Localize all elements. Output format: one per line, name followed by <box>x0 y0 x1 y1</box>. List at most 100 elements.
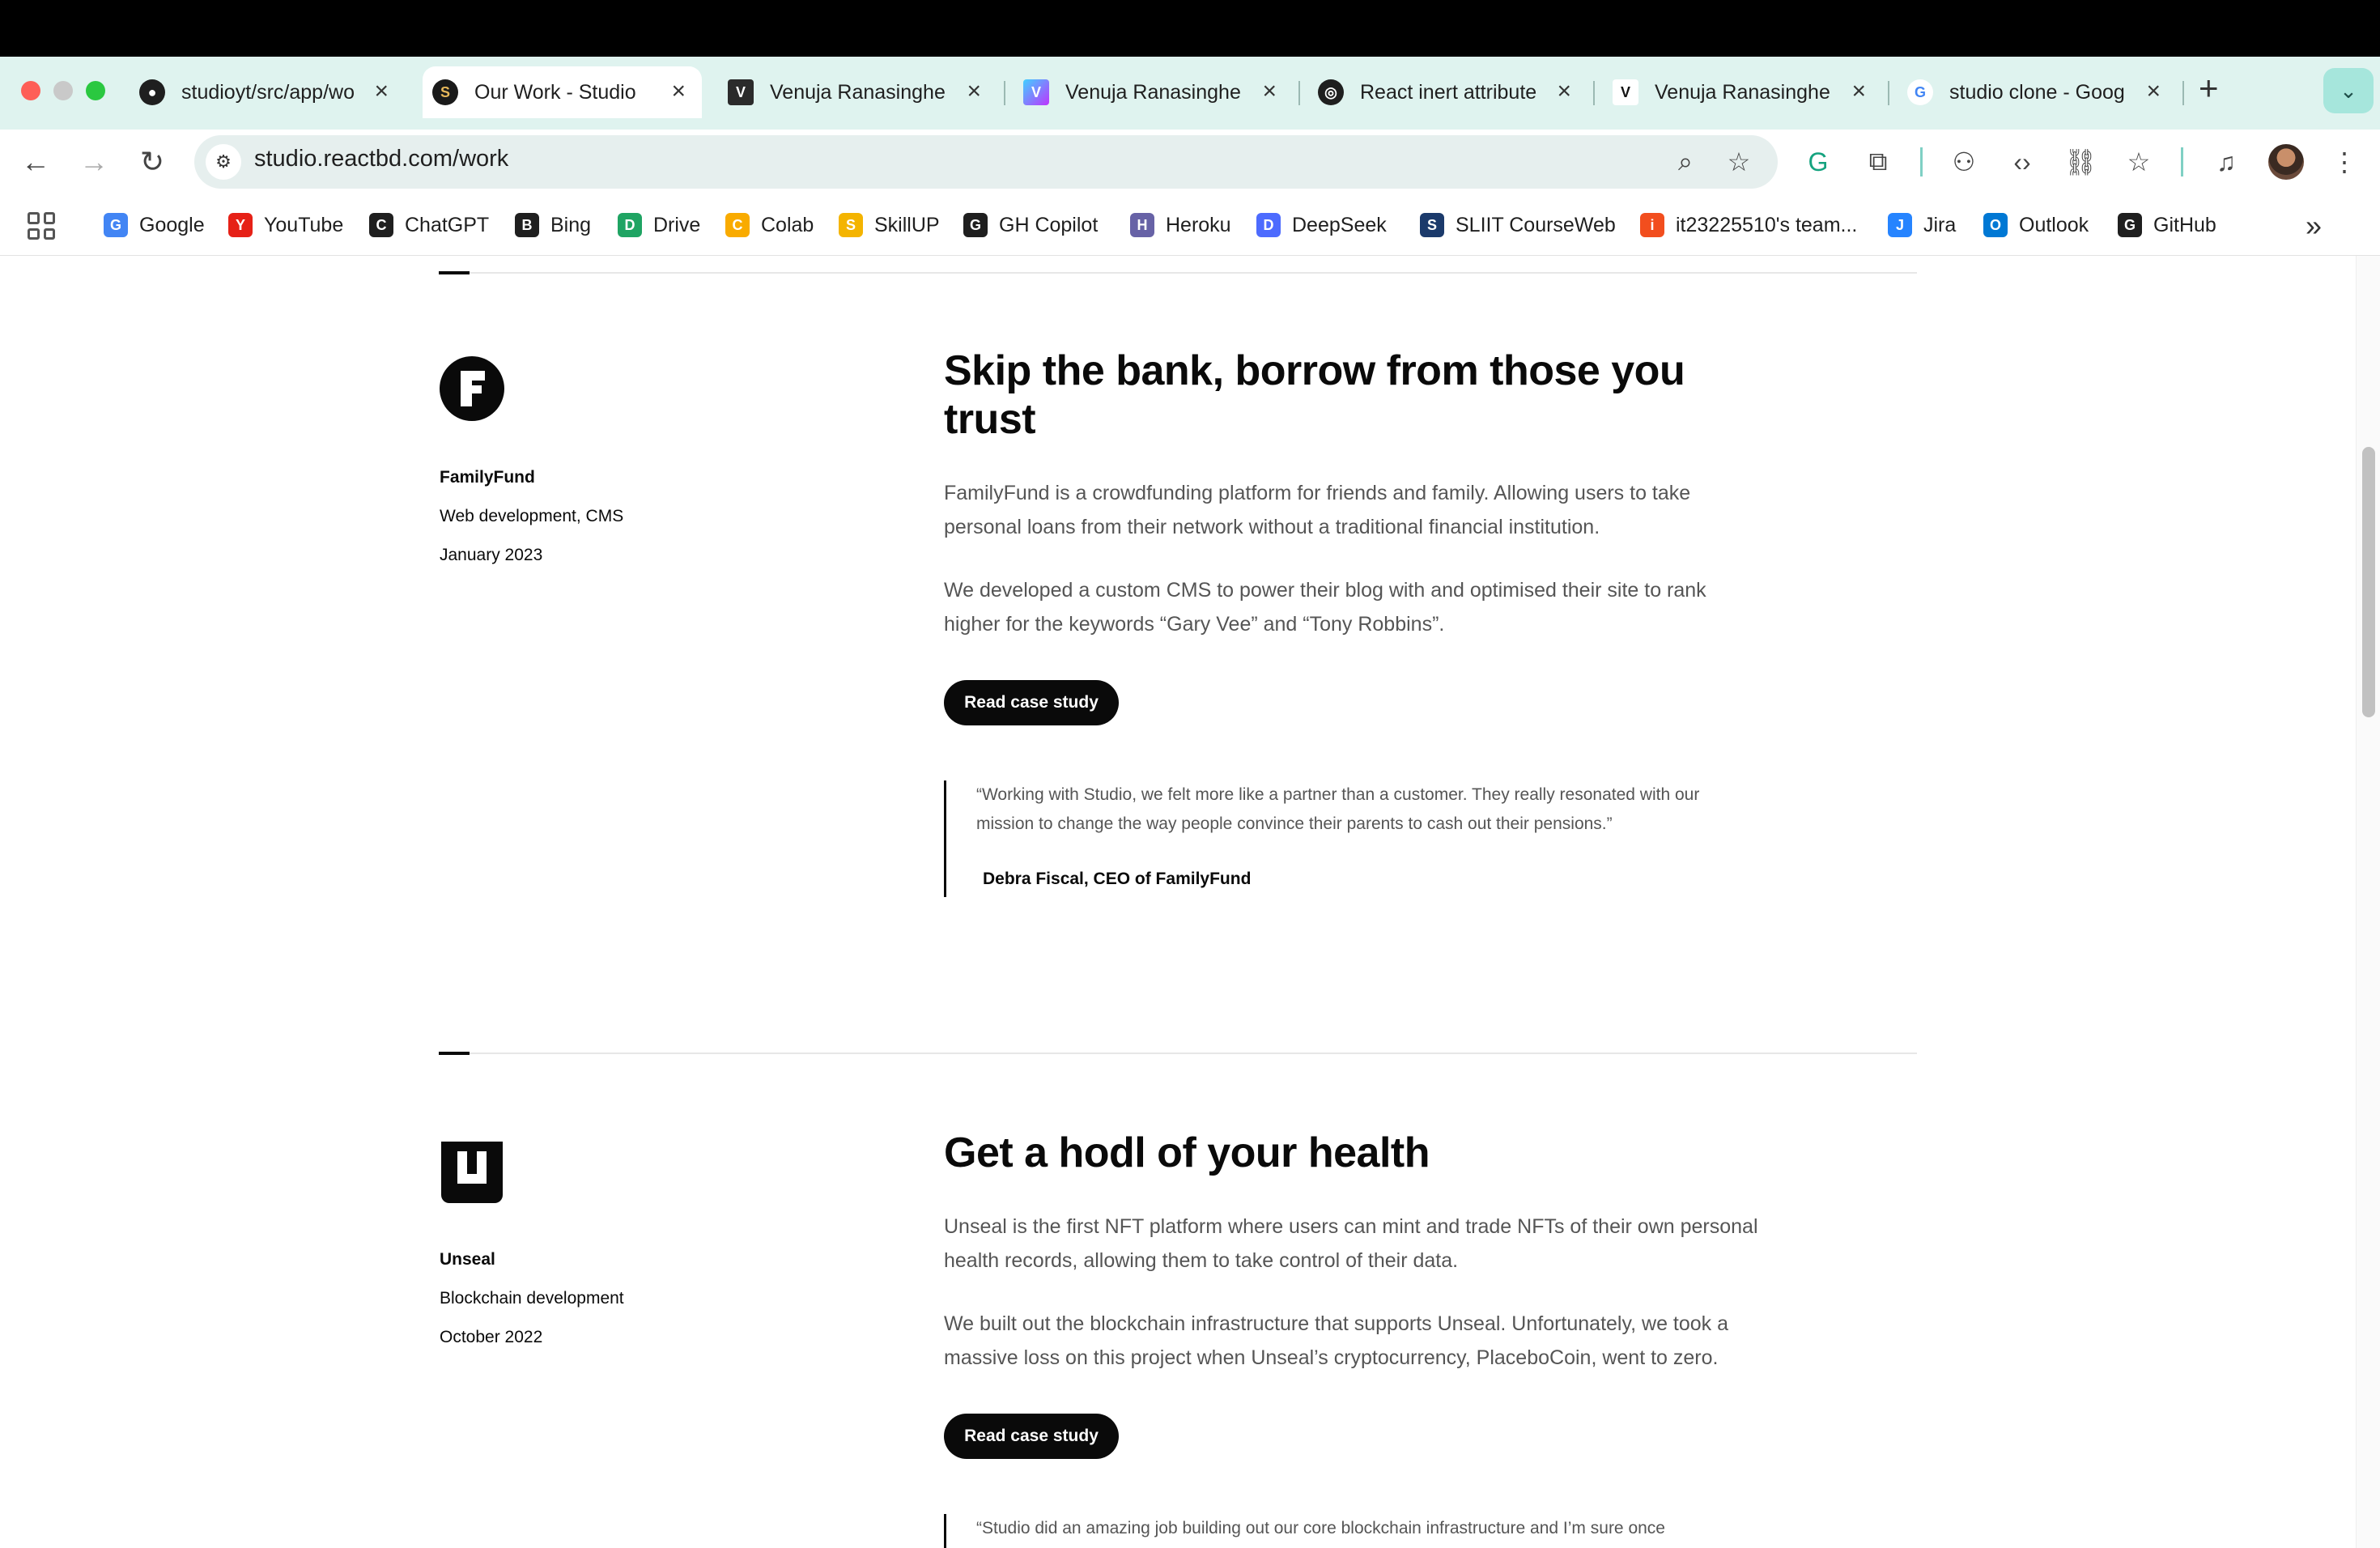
tab-title: React inert attribute <box>1360 80 1537 104</box>
quote-bar <box>944 1514 946 1548</box>
bookmark-item[interactable]: i it23225510's team... <box>1640 209 1857 241</box>
tab-separator <box>1888 81 1889 105</box>
bookmark-item[interactable]: D Drive <box>618 209 700 241</box>
bookmark-item[interactable]: O Outlook <box>1983 209 2089 241</box>
client-date: October 2022 <box>440 1328 543 1346</box>
extensions-icon[interactable]: ⧉ <box>1859 142 1898 181</box>
bookmark-label: Drive <box>653 213 701 236</box>
tab-separator <box>2182 81 2184 105</box>
tab-1[interactable]: S Our Work - Studio × <box>423 66 702 118</box>
close-window-button[interactable] <box>21 81 40 100</box>
forward-icon[interactable]: → <box>74 142 113 181</box>
scrollbar-thumb[interactable] <box>2362 447 2375 717</box>
close-icon[interactable]: × <box>671 78 686 105</box>
tab-3[interactable]: V Venuja Ranasinghe × <box>1014 66 1293 118</box>
close-icon[interactable]: × <box>1851 78 1866 105</box>
new-tab-icon[interactable]: + <box>2199 68 2219 108</box>
profile-avatar[interactable] <box>2268 144 2304 180</box>
favorites-icon[interactable]: ☆ <box>2119 142 2158 181</box>
code-icon[interactable]: ‹› <box>2003 142 2042 181</box>
read-case-study-button[interactable]: Read case study <box>944 1414 1119 1459</box>
zoom-icon[interactable]: ⌕ <box>1666 142 1705 181</box>
tab-4[interactable]: ◎ React inert attribute × <box>1308 66 1587 118</box>
tab-6[interactable]: G studio clone - Goog × <box>1898 66 2177 118</box>
more-bookmarks-icon[interactable]: » <box>2306 209 2322 243</box>
menu-icon[interactable]: ⋮ <box>2325 142 2364 181</box>
project-description: Unseal is the first NFT platform where u… <box>944 1215 1758 1272</box>
tab-5[interactable]: V Venuja Ranasinghe × <box>1603 66 1882 118</box>
bookmark-star-icon[interactable]: ☆ <box>1719 142 1758 181</box>
bookmark-label: GH Copilot <box>999 213 1099 236</box>
apps-grid-icon[interactable] <box>28 212 55 240</box>
bookmark-item[interactable]: C Colab <box>725 209 814 241</box>
reload-icon[interactable]: ↻ <box>133 142 172 181</box>
openai-icon: C <box>369 213 393 237</box>
section-divider <box>439 1052 1917 1055</box>
section-divider <box>439 271 1917 274</box>
close-icon[interactable]: × <box>2146 78 2161 105</box>
tab-2[interactable]: V Venuja Ranasinghe × <box>718 66 997 118</box>
bookmark-label: it23225510's team... <box>1676 213 1858 236</box>
close-icon[interactable]: × <box>1557 78 1571 105</box>
bookmark-item[interactable]: D DeepSeek <box>1256 209 1387 241</box>
site-info-icon[interactable]: ⚙ <box>206 144 241 180</box>
client-name: Unseal <box>440 1250 495 1269</box>
github-icon: G <box>2118 213 2142 237</box>
close-icon[interactable]: × <box>1262 78 1277 105</box>
v-icon: V <box>728 79 754 105</box>
tab-title: studioyt/src/app/wo <box>181 80 355 104</box>
bookmark-item[interactable]: C ChatGPT <box>369 209 489 241</box>
testimonial-quote: “Working with Studio, we felt more like … <box>976 785 1700 833</box>
tab-separator <box>1593 81 1595 105</box>
search-icon: B <box>515 213 539 237</box>
youtube-icon: Y <box>228 213 253 237</box>
bookmark-label: Outlook <box>2019 213 2089 236</box>
vite-icon: V <box>1023 79 1049 105</box>
bookmark-item[interactable]: B Bing <box>515 209 591 241</box>
bookmark-item[interactable]: H Heroku <box>1130 209 1231 241</box>
copilot-icon: G <box>963 213 988 237</box>
project-description: We built out the blockchain infrastructu… <box>944 1312 1729 1369</box>
bookmark-label: Colab <box>761 213 814 236</box>
media-control-icon[interactable]: ♫ <box>2207 142 2246 181</box>
maximize-window-button[interactable] <box>86 81 105 100</box>
tab-title: Venuja Ranasinghe <box>770 80 946 104</box>
back-icon[interactable]: ← <box>16 142 55 181</box>
tab-search-icon[interactable]: ⌄ <box>2323 68 2374 113</box>
bookmark-label: ChatGPT <box>405 213 490 236</box>
figma-icon: i <box>1640 213 1664 237</box>
read-case-study-button[interactable]: Read case study <box>944 680 1119 725</box>
heroku-icon: H <box>1130 213 1154 237</box>
grammarly-icon[interactable]: G <box>1799 142 1838 181</box>
project-description: FamilyFund is a crowdfunding platform fo… <box>944 482 1691 538</box>
bookmark-item[interactable]: Y YouTube <box>228 209 343 241</box>
system-menu-bar <box>0 0 2380 57</box>
close-icon[interactable]: × <box>374 78 389 105</box>
bookmark-item[interactable]: G GH Copilot <box>963 209 1098 241</box>
v-icon: V <box>1613 79 1638 105</box>
bookmark-item[interactable]: S SkillUP <box>839 209 940 241</box>
jira-icon: J <box>1888 213 1912 237</box>
bookmark-item[interactable]: G GitHub <box>2118 209 2216 241</box>
testimonial-quote: “Studio did an amazing job building out … <box>976 1519 1665 1537</box>
bookmark-item[interactable]: S SLIIT CourseWeb <box>1420 209 1616 241</box>
tab-separator <box>1004 81 1005 105</box>
bookmark-label: DeepSeek <box>1292 213 1387 236</box>
url-text[interactable]: studio.reactbd.com/work <box>254 146 508 172</box>
link-icon[interactable]: ⛓ <box>2061 142 2100 181</box>
familyfund-logo <box>440 356 504 421</box>
incognito-icon[interactable]: ⚇ <box>1944 142 1983 181</box>
unseal-logo <box>441 1142 503 1203</box>
tab-0[interactable]: ● studioyt/src/app/wo × <box>130 66 405 118</box>
bookmark-label: SLIIT CourseWeb <box>1456 213 1616 236</box>
client-service: Blockchain development <box>440 1289 624 1308</box>
studio-icon: S <box>432 79 458 105</box>
client-date: January 2023 <box>440 546 543 564</box>
bookmark-item[interactable]: G Google <box>104 209 205 241</box>
drive-icon: D <box>618 213 642 237</box>
minimize-window-button[interactable] <box>53 81 73 100</box>
close-icon[interactable]: × <box>967 78 981 105</box>
testimonial-author: Debra Fiscal, CEO of FamilyFund <box>983 870 1252 888</box>
quote-bar <box>944 780 946 897</box>
bookmark-item[interactable]: J Jira <box>1888 209 1956 241</box>
